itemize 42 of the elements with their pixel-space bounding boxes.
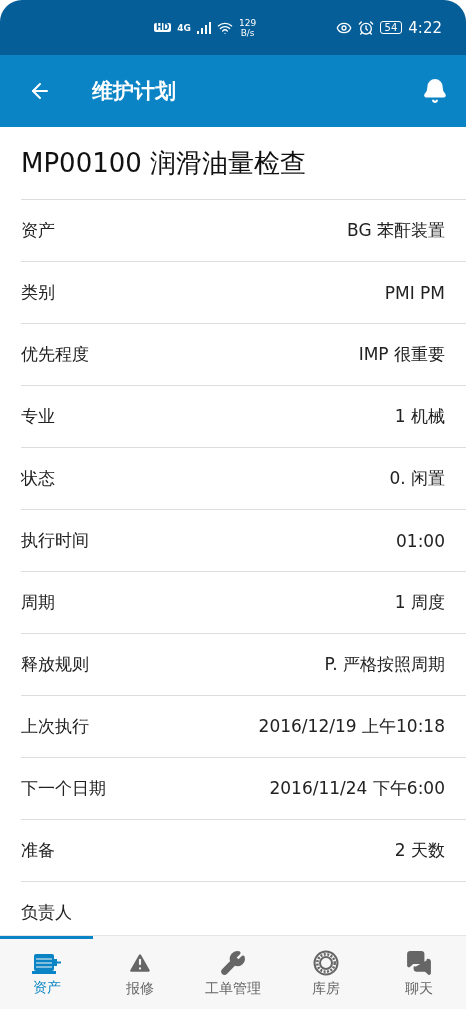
field-label: 下一个日期 [21,777,106,800]
field-value: 0. 闲置 [389,467,445,490]
nav-tab[interactable]: 报修 [93,936,187,1009]
bearing-icon [313,950,340,976]
field-label: 释放规则 [21,653,89,676]
notification-button[interactable] [422,78,448,104]
signal-icon [197,21,211,34]
nav-tab[interactable]: 聊天 [372,936,466,1009]
field-value: P. 严格按照周期 [324,653,445,676]
battery-indicator: 54 [379,21,403,34]
field-label: 状态 [21,467,55,490]
field-label: 准备 [21,839,55,862]
motor-icon [31,951,62,975]
nav-tab[interactable]: 工单管理 [186,936,280,1009]
hd-indicator: HD [154,23,172,32]
field-label: 资产 [21,219,55,242]
field-value: PMI PM [384,282,445,303]
field-value: 1 周度 [394,591,445,614]
field-label: 上次执行 [21,715,89,738]
field-label: 优先程度 [21,343,89,366]
field-label: 负责人 [21,901,72,924]
chat-icon [406,950,433,976]
field-label: 类别 [21,281,55,304]
nav-tab[interactable]: 库房 [279,936,373,1009]
field-value: IMP 很重要 [358,343,445,366]
field-value: 01:00 [396,530,445,551]
wrench-icon [220,950,246,976]
field-label: 执行时间 [21,529,89,552]
nav-tab[interactable]: 资产 [0,936,94,1009]
clock-time: 4:22 [408,18,442,37]
field-value: 2016/12/19 上午10:18 [258,715,445,738]
alarm-icon [357,19,374,36]
field-value: 2 天数 [394,839,445,862]
network-type: 4G [177,22,191,33]
network-speed: 129 B/s [239,17,257,38]
plan-title: MP00100 润滑油量检查 [21,146,307,180]
page-title: 维护计划 [92,78,177,105]
field-value: BG 苯酐装置 [347,219,445,242]
field-label: 周期 [21,591,55,614]
field-value: 1 机械 [394,405,445,428]
field-value: 2016/11/24 下午6:00 [269,777,445,800]
field-label: 专业 [21,405,55,428]
